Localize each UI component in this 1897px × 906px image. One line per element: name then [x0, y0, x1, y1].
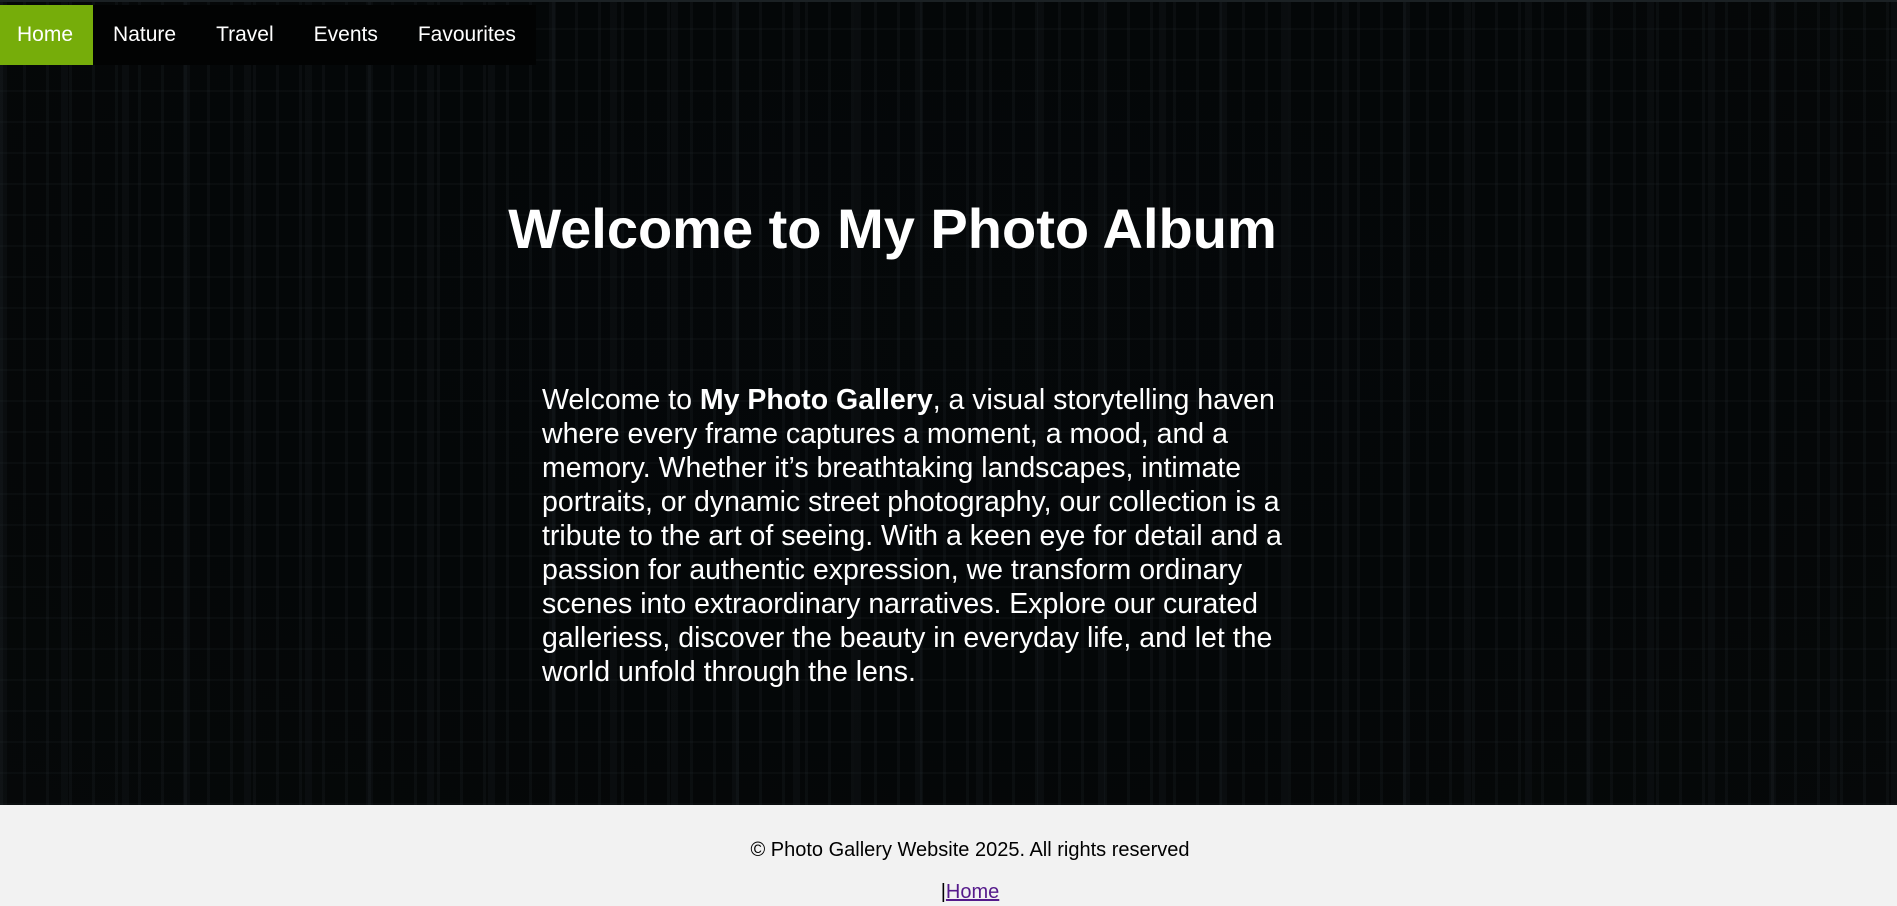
intro-body: , a visual storytelling haven where ever…: [542, 384, 1282, 688]
hero-background: Home Nature Travel Events Favourites Wel…: [0, 0, 1897, 805]
nav-travel[interactable]: Travel: [196, 5, 294, 65]
nav-nature[interactable]: Nature: [93, 5, 196, 65]
nav-home[interactable]: Home: [0, 5, 94, 65]
nav-favourites[interactable]: Favourites: [398, 5, 536, 65]
intro-paragraph: Welcome to My Photo Gallery, a visual st…: [542, 383, 1302, 689]
page-title: Welcome to My Photo Album: [508, 197, 1277, 260]
intro-prefix: Welcome to: [542, 384, 700, 416]
intro-gallery-name: My Photo Gallery: [699, 384, 933, 416]
footer-home-link[interactable]: Home: [946, 881, 999, 903]
nav-events[interactable]: Events: [294, 5, 398, 65]
footer: © Photo Gallery Website 2025. All rights…: [0, 805, 1897, 906]
top-navigation: Home Nature Travel Events Favourites: [0, 5, 536, 65]
footer-links: |Home: [0, 881, 1897, 904]
footer-copyright: © Photo Gallery Website 2025. All rights…: [750, 839, 1190, 861]
